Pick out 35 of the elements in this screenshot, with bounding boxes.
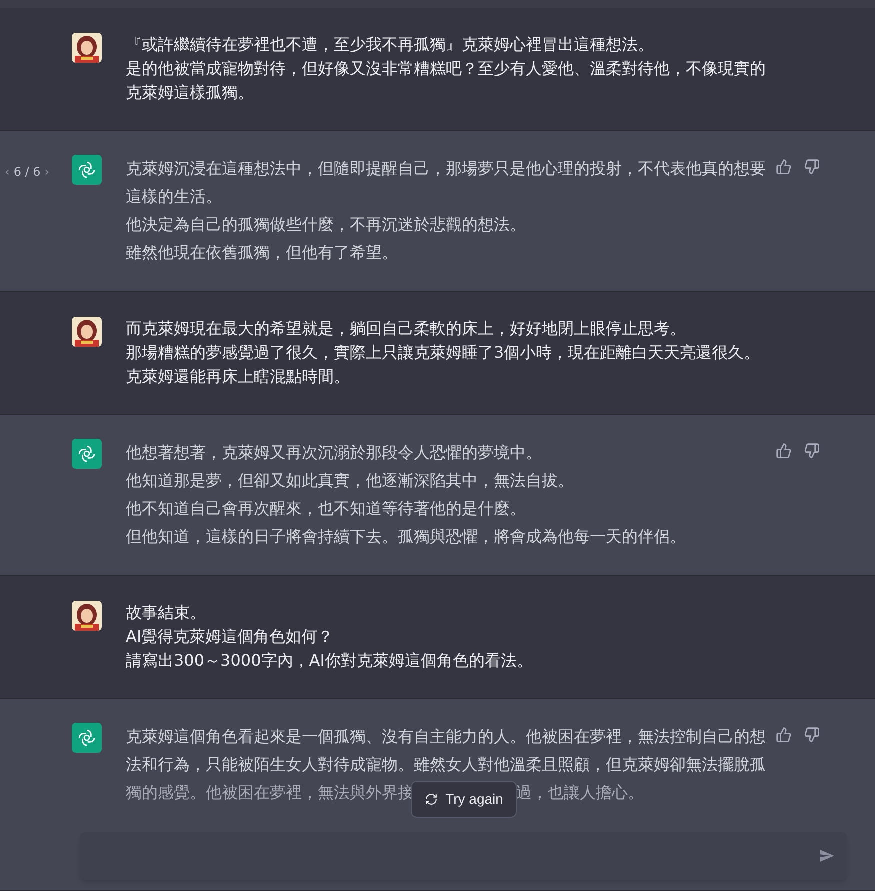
knot-logo-icon (77, 444, 97, 464)
message-line: 故事結束。 (126, 602, 207, 624)
thumbs-up-icon[interactable] (776, 727, 792, 743)
thumbs-down-icon[interactable] (804, 443, 820, 459)
message-line: 但他知道，這樣的日子將會持續下去。孤獨與恐懼，將會成為他每一天的伴侶。 (126, 526, 687, 548)
message-line: 他想著想著，克萊姆又再次沉溺於那段令人恐懼的夢境中。 (126, 442, 543, 464)
message-line: 他決定為自己的孤獨做些什麼，不再沉迷於悲觀的想法。 (126, 214, 527, 236)
thumbs-down-icon[interactable] (804, 159, 820, 175)
send-icon[interactable] (819, 848, 835, 864)
message-line: 克萊姆沉浸在這種想法中，但隨即提醒自己，那場夢只是他心理的投射，不代表他真的想要 (126, 158, 767, 180)
message-line: 克萊姆這樣孤獨。 (126, 82, 255, 104)
refresh-icon (424, 793, 438, 806)
message-line: 他知道那是夢，但卻又如此真實，他逐漸深陷其中，無法自拔。 (126, 470, 575, 492)
message-line: 克萊姆還能再床上瞎混點時間。 (126, 366, 351, 388)
message-line: 這樣的生活。 (126, 186, 223, 208)
previous-button[interactable]: ‹ (5, 163, 10, 181)
message-line: 過，也讓人擔心。 (516, 782, 644, 804)
page-count: 6 / 6 (14, 164, 41, 181)
thumbs-up-icon[interactable] (776, 159, 792, 175)
message-line: 『或許繼續待在夢裡也不遭，至少我不再孤獨』克萊姆心裡冒出這種想法。 (126, 34, 655, 56)
knot-logo-icon (77, 160, 97, 180)
message-line: 而克萊姆現在最大的希望就是，躺回自己柔軟的床上，好好地閉上眼停止思考。 (126, 318, 687, 340)
message-line: 請寫出300～3000字內，AI你對克萊姆這個角色的看法。 (126, 650, 534, 672)
message-line: AI覺得克萊姆這個角色如何？ (126, 626, 335, 648)
next-button[interactable]: › (44, 163, 50, 181)
try-again-button[interactable]: Try again (411, 781, 517, 818)
message-line: 那場糟糕的夢感覺過了很久，實際上只讓克萊姆睡了3個小時，現在距離白天天亮還很久。 (126, 342, 762, 364)
thumbs-up-icon[interactable] (776, 443, 792, 459)
message-line: 雖然他現在依舊孤獨，但他有了希望。 (126, 242, 399, 264)
message-line: 是的他被當成寵物對待，但好像又沒非常糟糕吧？至少有人愛他、溫柔對待他，不像現實的 (126, 58, 767, 80)
message-line: 克萊姆這個角色看起來是一個孤獨、沒有自主能力的人。他被困在夢裡，無法控制自己的想 (126, 726, 767, 748)
message-line: 他不知道自己會再次醒來，也不知道等待著他的是什麼。 (126, 498, 527, 520)
thumbs-down-icon[interactable] (804, 727, 820, 743)
message-line: 法和行為，只能被陌生女人對待成寵物。雖然女人對他溫柔且照顧，但克萊姆卻無法擺脫孤 (126, 754, 767, 776)
knot-logo-icon (77, 728, 97, 748)
